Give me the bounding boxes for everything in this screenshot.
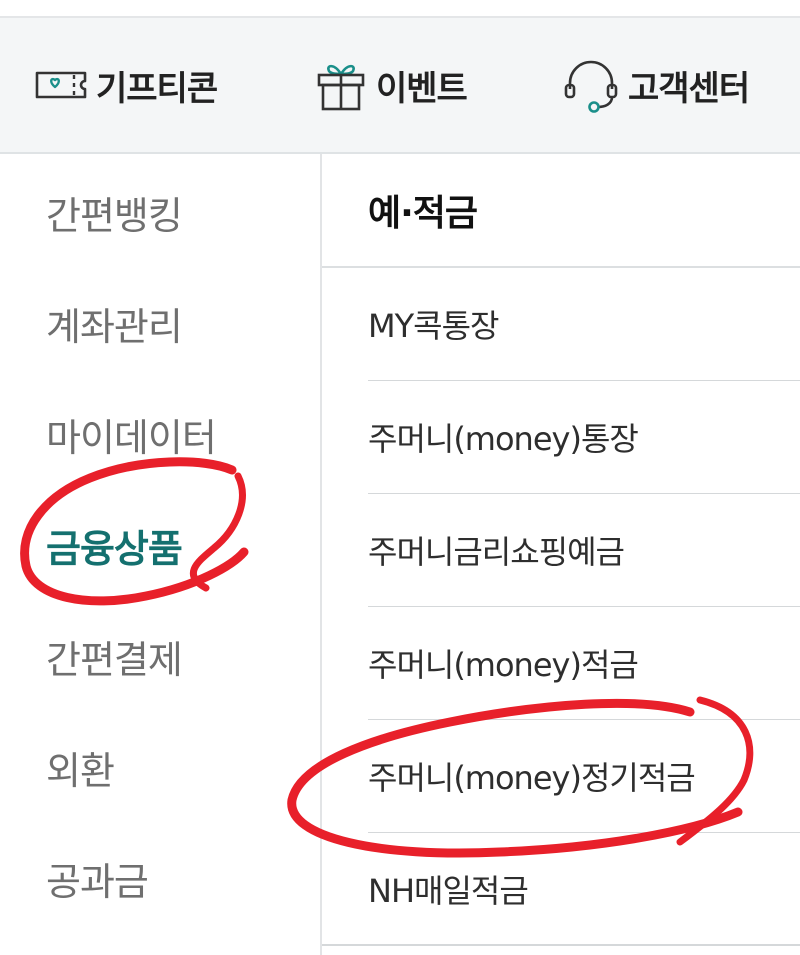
gift-box-icon: [314, 57, 368, 113]
quick-item-event-label: 이벤트: [376, 68, 468, 109]
nav-item-financial-products[interactable]: 금융상품: [46, 518, 183, 573]
list-bottom-divider: [322, 944, 800, 946]
section-title: 예·적금: [368, 193, 478, 234]
quick-item-customer-center-label: 고객센터: [628, 68, 750, 109]
product-item-my-kok-account[interactable]: MY콕통장: [368, 268, 800, 379]
product-item-jumoney-savings[interactable]: 주머니(money)적금: [368, 607, 800, 718]
quick-item-customer-center[interactable]: 고객센터: [562, 18, 750, 152]
nav-item-utility-bills[interactable]: 공과금: [46, 851, 149, 906]
quick-item-gifticon[interactable]: 기프티콘: [34, 18, 218, 152]
nav-item-foreign-exchange[interactable]: 외환: [46, 740, 115, 795]
category-nav: 간편뱅킹 계좌관리 마이데이터 금융상품 간편결제 외환 공과금: [0, 154, 322, 955]
app-screen: 기프티콘 이벤트 고객센터 간편뱅킹 계좌관리 마이데이터 금융상품 간편결제 …: [0, 0, 800, 955]
product-item-jumoney-rate-shopping-deposit[interactable]: 주머니금리쇼핑예금: [368, 494, 800, 605]
gift-ticket-icon: [34, 67, 88, 103]
product-item-jumoney-account[interactable]: 주머니(money)통장: [368, 381, 800, 492]
section-header: 예·적금: [322, 154, 800, 268]
product-submenu-panel: 예·적금 MY콕통장 주머니(money)통장 주머니금리쇼핑예금 주머니(mo…: [322, 154, 800, 955]
nav-item-account-management[interactable]: 계좌관리: [46, 296, 183, 351]
nav-item-mydata[interactable]: 마이데이터: [46, 407, 217, 462]
top-strip: [0, 0, 800, 18]
product-item-nh-daily-savings[interactable]: NH매일적금: [368, 833, 800, 944]
headset-icon: [562, 57, 620, 113]
quick-menu-bar: 기프티콘 이벤트 고객센터: [0, 18, 800, 154]
product-item-jumoney-regular-savings[interactable]: 주머니(money)정기적금: [368, 720, 800, 831]
quick-item-event[interactable]: 이벤트: [314, 18, 468, 152]
nav-item-simple-banking[interactable]: 간편뱅킹: [46, 185, 183, 240]
quick-item-gifticon-label: 기프티콘: [96, 68, 218, 109]
nav-item-simple-payment[interactable]: 간편결제: [46, 629, 183, 684]
